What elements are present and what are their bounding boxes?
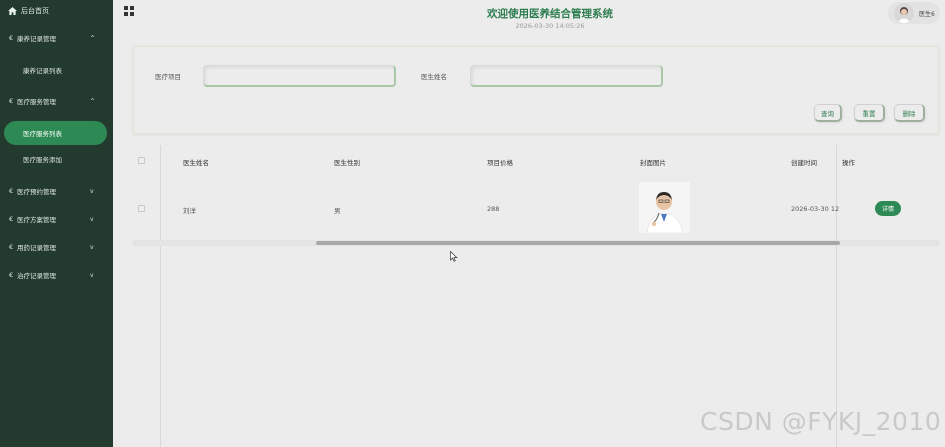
chevron-down-icon: v (90, 271, 94, 279)
sidebar-item-service-list[interactable]: 医疗服务列表 (4, 121, 107, 145)
project-input[interactable] (203, 65, 396, 87)
doctor-photo-icon (639, 182, 690, 233)
horizontal-scrollbar-thumb[interactable] (316, 241, 840, 245)
doctor-name-input[interactable] (470, 65, 663, 87)
sidebar-group-label: 医疗预约管理 (17, 188, 56, 196)
chevron-down-icon: v (90, 215, 94, 223)
page-title: 欢迎使用医养结合管理系统 (487, 8, 613, 20)
doctor-name-label: 医生姓名 (421, 73, 447, 81)
sidebar-group-plan[interactable]: € 医疗方案管理 v (0, 211, 113, 227)
home-icon (8, 7, 17, 15)
sidebar-group-label: 用药记录管理 (17, 244, 56, 252)
sidebar-item-label: 医疗服务列表 (23, 130, 62, 138)
sidebar-item-service-add[interactable]: 医疗服务添加 (0, 151, 113, 167)
cell-price: 288 (487, 205, 500, 213)
euro-icon: € (9, 215, 14, 223)
sidebar-group-treatment[interactable]: € 治疗记录管理 v (0, 267, 113, 283)
col-header-gender[interactable]: 医生性别 (334, 157, 360, 167)
user-name: 医生6 (919, 10, 935, 18)
col-header-doctor-name[interactable]: 医生姓名 (183, 157, 209, 167)
sidebar-group-service[interactable]: € 医疗服务管理 ^ (0, 93, 113, 109)
watermark: CSDN @FYKJ_2010 (700, 407, 942, 436)
query-button[interactable]: 查询 (814, 104, 842, 122)
cell-gender: 男 (334, 207, 341, 215)
sidebar-group-medication[interactable]: € 用药记录管理 v (0, 239, 113, 255)
euro-icon: € (9, 271, 14, 279)
sidebar-group-label: 医疗方案管理 (17, 216, 56, 224)
col-header-created[interactable]: 创建时间 (791, 157, 817, 167)
table-divider (160, 145, 161, 447)
sidebar-item-kangyang-list[interactable]: 康养记录列表 (0, 62, 113, 78)
col-header-cover[interactable]: 封面图片 (640, 157, 666, 167)
avatar (894, 3, 914, 23)
sidebar-item-label: 医疗服务添加 (23, 156, 62, 164)
cell-created-time: 2026-03-30 12 (791, 205, 840, 213)
detail-button[interactable]: 详情 (875, 201, 901, 216)
sidebar-group-label: 治疗记录管理 (17, 272, 56, 280)
project-label: 医疗项目 (155, 73, 181, 81)
grid-menu-icon[interactable] (124, 6, 134, 16)
sidebar-item-home[interactable]: 后台首页 (8, 5, 49, 17)
mouse-cursor-icon (450, 251, 458, 262)
chevron-up-icon: ^ (90, 97, 96, 105)
table-divider (836, 145, 837, 447)
reset-button[interactable]: 重置 (854, 104, 885, 122)
select-all-checkbox[interactable] (138, 157, 145, 164)
search-panel: 医疗项目 医生姓名 查询 重置 删除 (133, 46, 939, 134)
euro-icon: € (9, 243, 14, 251)
row-checkbox[interactable] (138, 205, 145, 212)
chevron-up-icon: ^ (90, 34, 96, 42)
header-time: 2026-03-30 14:05:26 (515, 22, 585, 30)
delete-button[interactable]: 删除 (894, 104, 925, 122)
user-menu[interactable]: 医生6 (888, 2, 940, 24)
col-header-action: 操作 (842, 159, 855, 167)
sidebar-group-kangyang[interactable]: € 康养记录管理 ^ (0, 30, 113, 46)
sidebar-item-label: 康养记录列表 (23, 67, 62, 75)
sidebar-home-label: 后台首页 (21, 7, 49, 15)
euro-icon: € (9, 97, 14, 105)
chevron-down-icon: v (90, 243, 94, 251)
sidebar-group-appointment[interactable]: € 医疗预约管理 v (0, 183, 113, 199)
sidebar-group-label: 康养记录管理 (17, 35, 56, 43)
sidebar-group-label: 医疗服务管理 (17, 98, 56, 106)
col-header-price[interactable]: 项目价格 (487, 157, 513, 167)
euro-icon: € (9, 187, 14, 195)
cover-image (639, 182, 690, 233)
sidebar: 后台首页 € 康养记录管理 ^ 康养记录列表 € 医疗服务管理 ^ 医疗服务列表… (0, 0, 113, 447)
euro-icon: € (9, 34, 14, 42)
cell-doctor-name: 刘洋 (183, 207, 196, 215)
chevron-down-icon: v (90, 187, 94, 195)
